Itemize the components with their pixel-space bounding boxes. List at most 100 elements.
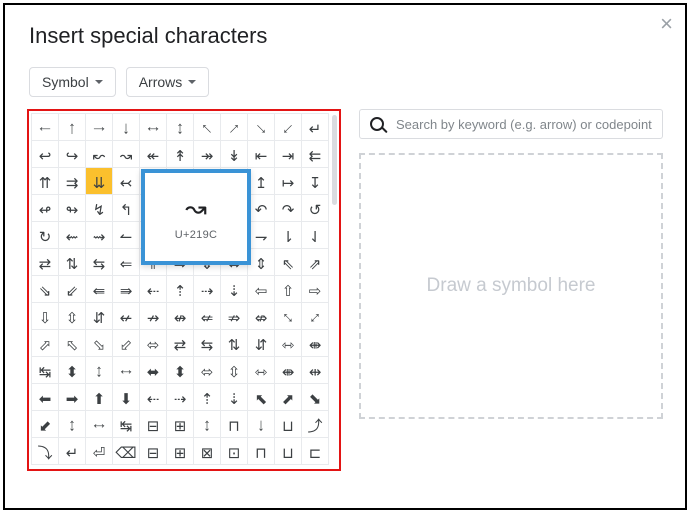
character-cell[interactable]: ⇣ [221,384,248,411]
character-cell[interactable]: ↼ [113,222,140,249]
character-cell[interactable]: ⬌ [140,357,167,384]
character-cell[interactable]: ↷ [275,195,302,222]
character-cell[interactable]: ↟ [167,141,194,168]
character-cell[interactable]: ↝ [113,141,140,168]
character-cell[interactable]: ↢ [113,168,140,195]
category-dropdown[interactable]: Symbol [29,67,116,97]
character-cell[interactable]: ⇼ [275,357,302,384]
character-cell[interactable]: ⇳ [59,303,86,330]
character-cell[interactable]: ⇡ [167,276,194,303]
character-cell[interactable]: ↮ [167,303,194,330]
character-cell[interactable]: ⇂ [275,222,302,249]
character-cell[interactable]: ⇇ [302,141,329,168]
search-box[interactable] [359,109,663,139]
character-cell[interactable]: ⊟ [140,438,167,465]
character-cell[interactable]: ↥ [248,168,275,195]
character-cell[interactable]: ⇚ [86,276,113,303]
character-cell[interactable]: ↹ [32,357,59,384]
character-cell[interactable]: ↕ [86,357,113,384]
character-cell[interactable]: ➡ [59,384,86,411]
character-cell[interactable]: ⬂ [86,330,113,357]
character-cell[interactable]: ⇿ [275,330,302,357]
character-cell[interactable]: ↕ [194,411,221,438]
character-cell[interactable]: ↙ [275,114,302,141]
character-cell[interactable]: ↕ [167,114,194,141]
character-cell[interactable]: ↧ [302,168,329,195]
character-cell[interactable]: ⇉ [59,168,86,195]
character-cell[interactable]: ⬅ [32,384,59,411]
character-cell[interactable]: ⇄ [32,249,59,276]
character-cell[interactable]: ↓ [113,114,140,141]
character-cell[interactable]: ↻ [32,222,59,249]
character-cell[interactable]: ⊔ [275,411,302,438]
character-cell[interactable]: ⏎ [86,438,113,465]
character-cell[interactable]: ↖ [194,114,221,141]
character-cell[interactable]: ⌫ [113,438,140,465]
character-cell[interactable]: ↠ [194,141,221,168]
character-cell[interactable]: ↕ [59,411,86,438]
character-cell[interactable]: ⬈ [275,384,302,411]
character-cell[interactable]: ⇹ [302,357,329,384]
character-cell[interactable]: ⇧ [275,276,302,303]
character-cell[interactable]: ⬄ [194,357,221,384]
character-cell[interactable]: ⇥ [275,141,302,168]
character-cell[interactable]: ⇅ [59,249,86,276]
close-icon[interactable]: × [660,11,673,37]
character-cell[interactable]: ⇕ [248,249,275,276]
character-cell[interactable]: ⇈ [32,168,59,195]
character-cell[interactable]: ⇁ [248,222,275,249]
character-cell[interactable]: ⊔ [275,438,302,465]
character-cell[interactable]: ↬ [59,195,86,222]
character-cell[interactable]: ⇵ [248,330,275,357]
character-cell[interactable]: ⇣ [221,276,248,303]
character-cell[interactable]: ⇖ [275,249,302,276]
character-cell[interactable]: ⇩ [32,303,59,330]
character-cell[interactable]: ⊟ [140,411,167,438]
character-cell[interactable]: ⇅ [221,330,248,357]
character-cell[interactable]: ⤢ [302,303,329,330]
character-cell[interactable]: ↺ [302,195,329,222]
character-cell[interactable]: ⊠ [194,438,221,465]
character-cell[interactable]: ⇤ [248,141,275,168]
character-cell[interactable]: ⇗ [302,249,329,276]
character-cell[interactable]: ↰ [113,195,140,222]
character-cell[interactable]: ⇵ [86,303,113,330]
character-cell[interactable]: ↔ [113,357,140,384]
character-cell[interactable]: ⊞ [167,411,194,438]
character-cell[interactable]: ⊏ [302,438,329,465]
character-cell[interactable]: ⇿ [248,357,275,384]
character-cell[interactable]: ⇨ [302,276,329,303]
character-cell[interactable]: ↞ [140,141,167,168]
character-cell[interactable]: ⬀ [32,330,59,357]
character-cell[interactable]: ↔ [140,114,167,141]
character-cell[interactable]: ⇦ [248,276,275,303]
character-cell[interactable]: ↹ [113,411,140,438]
character-cell[interactable]: ↓ [248,411,275,438]
character-cell[interactable]: ⬃ [113,330,140,357]
character-cell[interactable]: ⊞ [167,438,194,465]
character-cell[interactable]: ↵ [59,438,86,465]
character-cell[interactable]: ⇠ [140,384,167,411]
subset-dropdown[interactable]: Arrows [126,67,210,97]
character-cell[interactable]: ↑ [59,114,86,141]
character-cell[interactable]: ⇄ [167,330,194,357]
character-cell[interactable]: ⊓ [221,411,248,438]
character-cell[interactable]: ⇐ [113,249,140,276]
character-cell[interactable]: ⇃ [302,222,329,249]
character-cell[interactable]: ⇝ [86,222,113,249]
character-cell[interactable]: ← [32,114,59,141]
character-cell[interactable]: ⇘ [32,276,59,303]
character-cell[interactable]: ⊡ [221,438,248,465]
character-cell[interactable]: ⇆ [86,249,113,276]
character-cell[interactable]: ↶ [248,195,275,222]
character-cell[interactable]: ⇢ [194,276,221,303]
character-cell[interactable]: ↔ [86,411,113,438]
character-cell[interactable]: ⇛ [113,276,140,303]
character-cell[interactable]: ↗ [221,114,248,141]
character-cell[interactable]: ⬆ [86,384,113,411]
search-input[interactable] [394,116,654,133]
character-cell[interactable]: ⬍ [167,357,194,384]
draw-pad[interactable]: Draw a symbol here [359,153,663,419]
character-cell[interactable]: ↛ [140,303,167,330]
character-cell[interactable]: ↚ [113,303,140,330]
